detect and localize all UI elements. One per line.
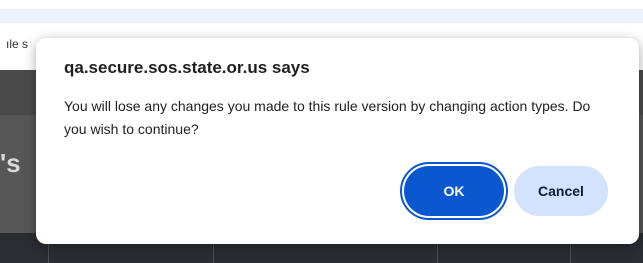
page-header-band (0, 9, 643, 23)
confirm-dialog: qa.secure.sos.state.or.us says You will … (36, 38, 639, 244)
dialog-title: qa.secure.sos.state.or.us says (64, 58, 310, 77)
page-top-bar (0, 0, 643, 9)
background-heading: 's (0, 148, 21, 178)
background-text-snippet: ıle s (6, 37, 29, 51)
dialog-message: You will lose any changes you made to th… (64, 98, 591, 137)
cancel-button[interactable]: Cancel (514, 166, 608, 216)
ok-button[interactable]: OK (400, 162, 508, 220)
